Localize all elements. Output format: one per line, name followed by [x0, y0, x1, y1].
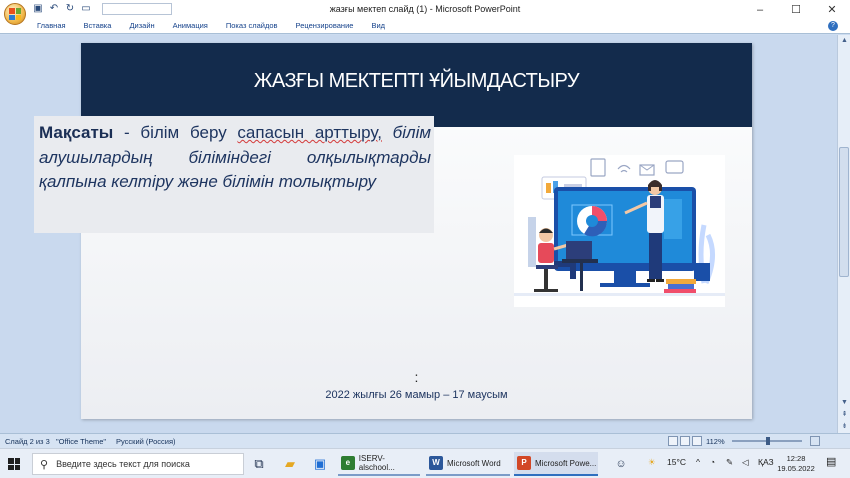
network-icon[interactable]: ◔: [710, 457, 715, 467]
theme-name: "Office Theme": [56, 437, 107, 446]
taskbar-app-powerpoint-label: Microsoft Powe...: [535, 458, 597, 468]
pen-icon[interactable]: ✎: [726, 457, 733, 468]
zoom-slider-handle[interactable]: [766, 437, 770, 445]
slide-colon: :: [414, 369, 419, 385]
title-bar: ▣ ↶ ↻ ▭ жазғы мектеп слайд (1) - Microso…: [0, 0, 850, 25]
teacher-illustration-image[interactable]: [514, 155, 725, 307]
goal-label: Мақсаты: [39, 123, 114, 142]
search-icon: ⚲: [40, 458, 49, 471]
window-title: жазғы мектеп слайд (1) - Microsoft Power…: [329, 4, 521, 14]
tab-slideshow[interactable]: Показ слайдов: [226, 21, 288, 30]
taskbar-app-browser[interactable]: e ISERV-alschool...: [338, 452, 420, 476]
file-explorer-icon[interactable]: ▰: [281, 455, 299, 473]
ribbon-tabs: Главная Вставка Дизайн Анимация Показ сл…: [0, 20, 850, 34]
taskbar-clock[interactable]: 12:28 19.05.2022: [776, 454, 816, 474]
goal-text[interactable]: Мақсаты - білім беру сапасын арттыру, бі…: [39, 121, 431, 195]
taskbar-app-browser-label: ISERV-alschool...: [358, 454, 395, 472]
scrollbar-thumb[interactable]: [839, 147, 849, 277]
tab-home[interactable]: Главная: [37, 21, 76, 30]
tab-insert[interactable]: Вставка: [84, 21, 122, 30]
tab-design[interactable]: Дизайн: [129, 21, 164, 30]
word-icon: W: [429, 456, 443, 470]
window-controls: – ☐ ✕: [742, 0, 850, 20]
tab-animation[interactable]: Анимация: [173, 21, 218, 30]
search-placeholder: Введите здесь текст для поиска: [56, 459, 190, 469]
slide-dates[interactable]: 2022 жылғы 26 мамыр – 17 маусым: [81, 389, 752, 401]
temperature[interactable]: 15°C: [667, 457, 686, 467]
powerpoint-window: ▣ ↶ ↻ ▭ жазғы мектеп слайд (1) - Microso…: [0, 0, 850, 478]
slide-counter: Слайд 2 из 3: [5, 437, 50, 446]
store-icon[interactable]: ▣: [311, 455, 329, 473]
tray-expand-icon[interactable]: ^: [696, 457, 700, 467]
notifications-icon[interactable]: ▤: [826, 455, 836, 468]
volume-icon[interactable]: ◁: [742, 457, 749, 468]
browser-icon: e: [341, 456, 355, 470]
clock-date: 19.05.2022: [777, 464, 815, 473]
close-button[interactable]: ✕: [814, 0, 850, 20]
maximize-button[interactable]: ☐: [778, 0, 814, 20]
view-buttons: [668, 436, 702, 446]
taskbar-app-word[interactable]: W Microsoft Word: [426, 452, 510, 476]
next-slide-icon[interactable]: ⇟: [838, 421, 850, 433]
slideshow-view-icon[interactable]: [692, 436, 702, 446]
status-bar: Слайд 2 из 3 "Office Theme" Русский (Рос…: [0, 433, 850, 448]
tab-view[interactable]: Вид: [371, 21, 395, 30]
goal-underlined-text: сапасын арттыру,: [237, 123, 382, 142]
language-indicator[interactable]: Русский (Россия): [116, 437, 176, 446]
slide-title[interactable]: ЖАЗҒЫ МЕКТЕПТІ ҰЙЫМДАСТЫРУ: [81, 70, 752, 93]
goal-separator: - білім беру: [113, 123, 238, 142]
clock-time: 12:28: [786, 454, 806, 463]
task-view-icon[interactable]: ⧉: [250, 455, 268, 473]
minimize-button[interactable]: –: [742, 0, 778, 20]
weather-icon[interactable]: ☀: [648, 457, 656, 468]
keyboard-language[interactable]: ҚАЗ: [758, 457, 774, 467]
help-icon[interactable]: ?: [828, 21, 838, 31]
windows-taskbar: ⚲ Введите здесь текст для поиска ⧉ ▰ ▣ e…: [0, 448, 850, 478]
normal-view-icon[interactable]: [668, 436, 678, 446]
taskbar-app-powerpoint[interactable]: P Microsoft Powe...: [514, 452, 598, 476]
fit-to-window-icon[interactable]: [810, 436, 820, 446]
scroll-down-icon[interactable]: ▼: [838, 397, 850, 409]
zoom-level[interactable]: 112%: [706, 437, 725, 446]
zoom-slider[interactable]: [732, 437, 802, 445]
people-icon[interactable]: ☺: [612, 455, 630, 473]
office-button[interactable]: [4, 3, 26, 25]
office-logo-icon: [9, 8, 21, 20]
previous-slide-icon[interactable]: ⇞: [838, 409, 850, 421]
vertical-scrollbar[interactable]: ▲ ▼ ⇞ ⇟: [837, 35, 850, 433]
scroll-up-icon[interactable]: ▲: [838, 35, 850, 47]
tab-review[interactable]: Рецензирование: [296, 21, 364, 30]
taskbar-search-box[interactable]: ⚲ Введите здесь текст для поиска: [32, 453, 244, 475]
windows-start-icon[interactable]: [8, 458, 20, 470]
slide-sorter-icon[interactable]: [680, 436, 690, 446]
powerpoint-icon: P: [517, 456, 531, 470]
taskbar-app-word-label: Microsoft Word: [447, 458, 501, 468]
